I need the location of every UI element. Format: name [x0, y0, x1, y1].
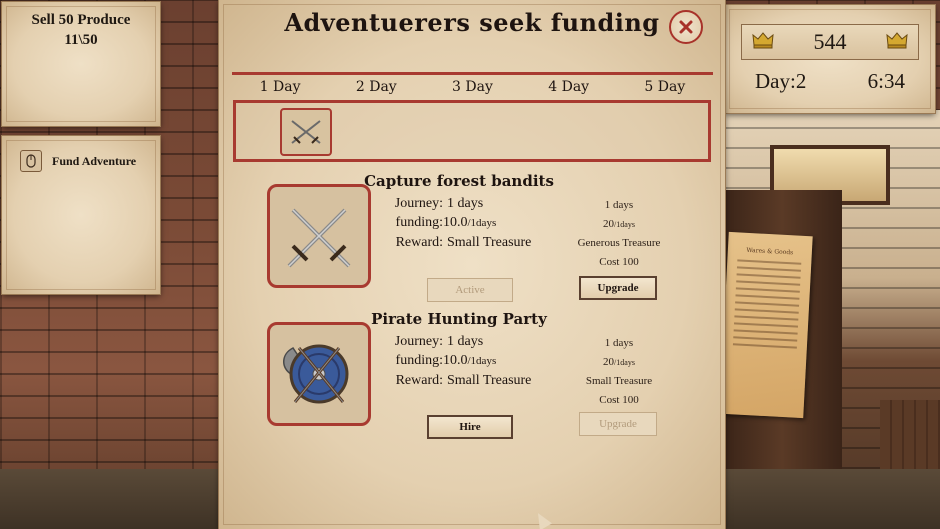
active-button[interactable]: Active — [427, 278, 513, 302]
funding-value: 10.0 — [443, 353, 468, 368]
upgrade-button[interactable]: Upgrade — [579, 276, 657, 300]
upgrade-reward: Generous Treasure — [577, 237, 661, 249]
hire-button[interactable]: Hire — [427, 415, 513, 439]
upgrade-stats: 1 days 20/1days Small Treasure Cost 100 — [569, 334, 669, 409]
upgrade-journey: 1 days — [604, 199, 634, 211]
close-button[interactable] — [669, 10, 703, 44]
upgrade-stats: 1 days 20/1days Generous Treasure Cost 1… — [569, 196, 669, 271]
notice-text-line — [735, 294, 800, 300]
day-time-row: Day:2 6:34 — [725, 69, 935, 94]
funding-label: funding: — [395, 353, 443, 368]
clock-time: 6:34 — [867, 69, 905, 93]
journey-value: 1 days — [447, 196, 484, 211]
divider — [232, 72, 713, 75]
mouse-icon — [20, 150, 42, 172]
notice-text-line — [735, 301, 800, 307]
funding-unit: /1days — [467, 355, 497, 367]
upgrade-funding-unit: /1days — [614, 357, 635, 367]
mission-card: Pirate Hunting Party Journey: 1 days fund… — [219, 310, 725, 440]
notice-text-line — [733, 322, 799, 328]
crossed-swords-icon — [287, 208, 351, 268]
notice-title: Wares & Goods — [746, 246, 794, 257]
notice-text-line — [733, 329, 798, 335]
quest-panel: Sell 50 Produce 11\50 — [2, 2, 160, 126]
upgrade-journey: 1 days — [604, 337, 634, 349]
stats-panel: 544 Day:2 6:34 — [725, 5, 935, 113]
notice-paper[interactable]: Wares & Goods — [719, 231, 813, 419]
notice-text-line — [737, 259, 802, 265]
upgrade-funding: 20 — [603, 217, 615, 230]
tab-5-day[interactable]: 5 Day — [644, 79, 685, 95]
mission-title: Pirate Hunting Party — [371, 310, 547, 328]
task-panel: Fund Adventure — [2, 136, 160, 294]
funding-unit: /1days — [467, 217, 497, 229]
notice-text-line — [736, 273, 801, 279]
notice-text-line — [734, 308, 799, 314]
journey-label: Journey: — [394, 196, 443, 211]
reward-label: Reward: — [395, 373, 443, 388]
tab-4-day[interactable]: 4 Day — [548, 79, 589, 95]
mission-portrait — [267, 322, 371, 426]
task-label: Fund Adventure — [52, 153, 137, 168]
tab-2-day[interactable]: 2 Day — [356, 79, 397, 95]
notice-text-line — [735, 287, 800, 293]
notice-text-line — [734, 315, 799, 321]
task-item[interactable]: Fund Adventure — [20, 150, 136, 172]
reward-label: Reward: — [395, 235, 443, 250]
quest-progress: 11\50 — [64, 32, 98, 48]
mission-title: Capture forest bandits — [364, 172, 554, 190]
journey-value: 1 days — [447, 334, 484, 349]
gold-amount: 544 — [813, 29, 847, 54]
timeline-slot — [233, 100, 711, 162]
crossed-swords-icon — [291, 120, 321, 144]
timeline-mission[interactable] — [280, 108, 332, 156]
upgrade-reward: Small Treasure — [585, 375, 653, 387]
day-label: Day:2 — [755, 69, 807, 93]
close-icon — [679, 20, 693, 34]
funding-value: 10.0 — [443, 215, 468, 230]
notice-text-line — [736, 280, 801, 286]
day-tabs: 1 Day 2 Day 3 Day 4 Day 5 Day — [232, 76, 713, 98]
funding-label: funding: — [395, 215, 443, 230]
mission-card: Capture forest bandits Journey: 1 days fu… — [219, 172, 725, 302]
reward-value: Small Treasure — [447, 235, 532, 250]
notice-text-line — [732, 343, 797, 349]
crown-icon — [886, 31, 908, 53]
notice-text-line — [733, 336, 798, 342]
quest-title: Sell 50 Produce — [31, 12, 131, 28]
funding-dialog: Adventuerers seek funding 1 Day 2 Day 3 … — [219, 0, 725, 529]
upgrade-funding-unit: /1days — [614, 219, 635, 229]
mission-stats: Journey: 1 days funding:10.0/1days Reward… — [379, 194, 559, 252]
upgrade-button[interactable]: Upgrade — [579, 412, 657, 436]
upgrade-cost: Cost 100 — [599, 255, 639, 268]
dialog-title: Adventuerers seek funding — [284, 8, 660, 37]
crown-icon — [752, 31, 774, 53]
tab-3-day[interactable]: 3 Day — [452, 79, 493, 95]
journey-label: Journey: — [394, 334, 443, 349]
mission-stats: Journey: 1 days funding:10.0/1days Reward… — [379, 332, 559, 390]
mission-portrait — [267, 184, 371, 288]
upgrade-cost: Cost 100 — [599, 393, 639, 406]
upgrade-funding: 20 — [603, 355, 615, 368]
shield-axes-icon — [283, 344, 349, 404]
reward-value: Small Treasure — [447, 373, 532, 388]
tab-1-day[interactable]: 1 Day — [260, 79, 301, 95]
notice-text-line — [736, 266, 801, 272]
gold-display: 544 — [741, 24, 919, 60]
